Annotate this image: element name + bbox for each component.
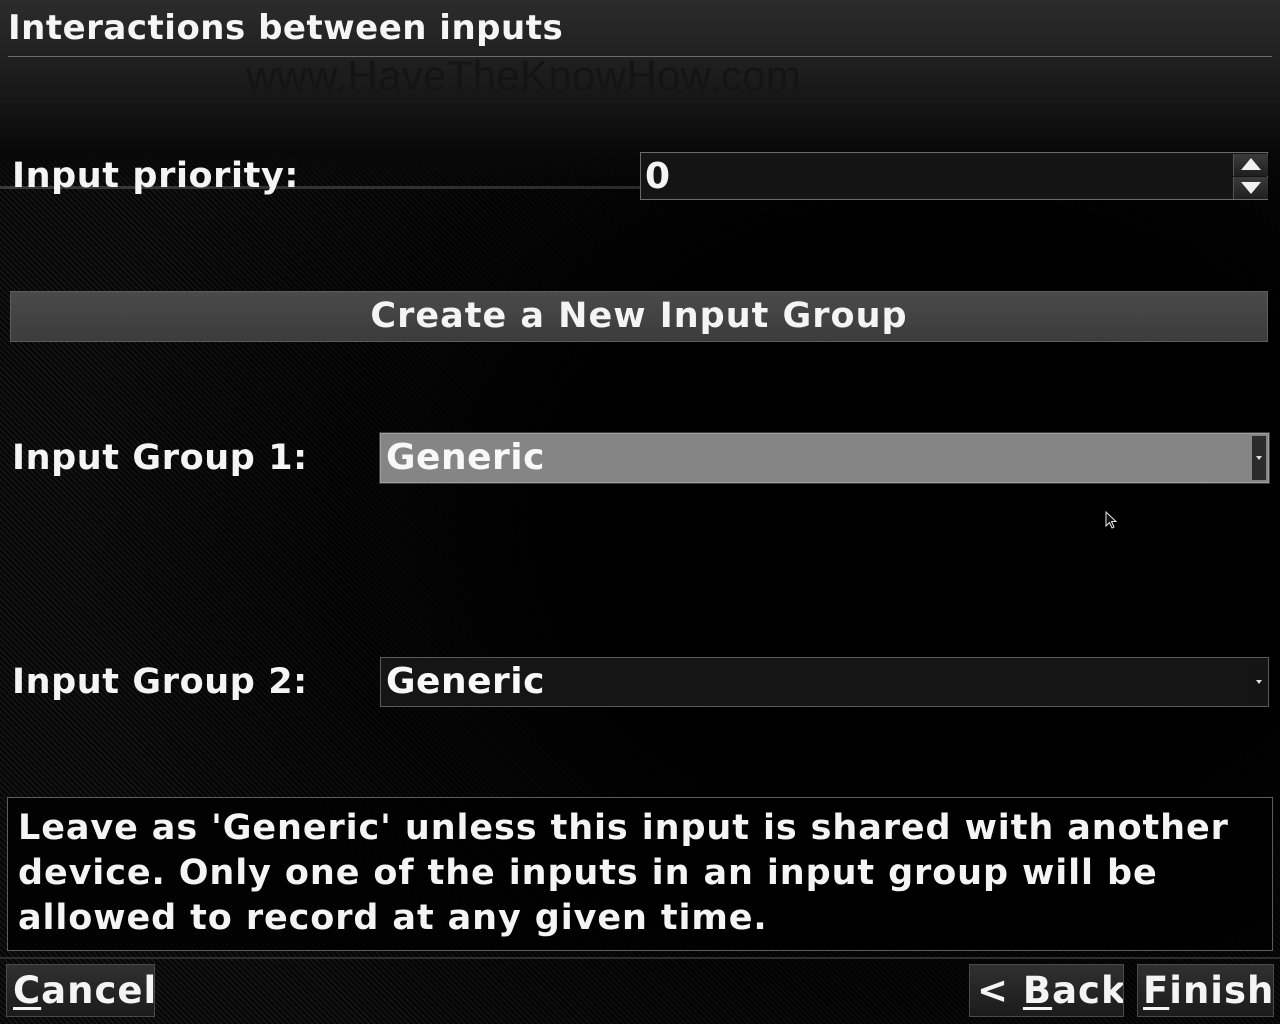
finish-button[interactable]: Finish (1137, 964, 1274, 1017)
back-mnemonic: B (1022, 969, 1053, 1012)
input-group-1-label: Input Group 1: (12, 438, 308, 478)
help-text-box: Leave as 'Generic' unless this input is … (7, 797, 1273, 951)
finish-label: inish (1169, 969, 1274, 1012)
page-title: Interactions between inputs (8, 8, 564, 48)
cancel-label: ancel (41, 969, 155, 1012)
input-group-2-label: Input Group 2: (12, 662, 308, 702)
arrow-up-icon (1241, 158, 1261, 170)
chevron-down-icon (1256, 456, 1262, 460)
input-group-1-dropdown[interactable]: Generic (379, 432, 1270, 484)
input-priority-spinbox[interactable]: 0 (640, 152, 1268, 200)
chevron-down-icon (1256, 680, 1262, 684)
input-priority-label: Input priority: (12, 156, 299, 196)
spin-down-button[interactable] (1233, 177, 1268, 199)
cancel-button[interactable]: Cancel (6, 964, 155, 1017)
watermark: www.HaveTheKnowHow.com (246, 52, 802, 99)
input-group-2-value: Generic (386, 661, 545, 702)
arrow-down-icon (1241, 182, 1261, 194)
wizard-screen: Interactions between inputs www.HaveTheK… (0, 0, 1280, 1024)
back-button[interactable]: < Back (969, 964, 1124, 1017)
input-priority-value[interactable]: 0 (645, 155, 670, 199)
back-label: ack (1052, 969, 1124, 1012)
input-group-2-dropdown-button[interactable] (1252, 660, 1266, 704)
spin-up-button[interactable] (1233, 154, 1268, 176)
input-group-2-dropdown[interactable]: Generic (380, 657, 1269, 707)
cancel-mnemonic: C (13, 969, 42, 1012)
create-input-group-button[interactable]: Create a New Input Group (10, 291, 1268, 342)
input-group-1-dropdown-button[interactable] (1252, 436, 1266, 480)
finish-mnemonic: F (1143, 969, 1170, 1012)
input-group-1-value: Generic (386, 437, 545, 478)
back-prefix: < (977, 969, 1023, 1012)
mouse-pointer-icon (1105, 511, 1117, 529)
footer-divider (0, 957, 1280, 959)
help-text: Leave as 'Generic' unless this input is … (18, 808, 1229, 938)
